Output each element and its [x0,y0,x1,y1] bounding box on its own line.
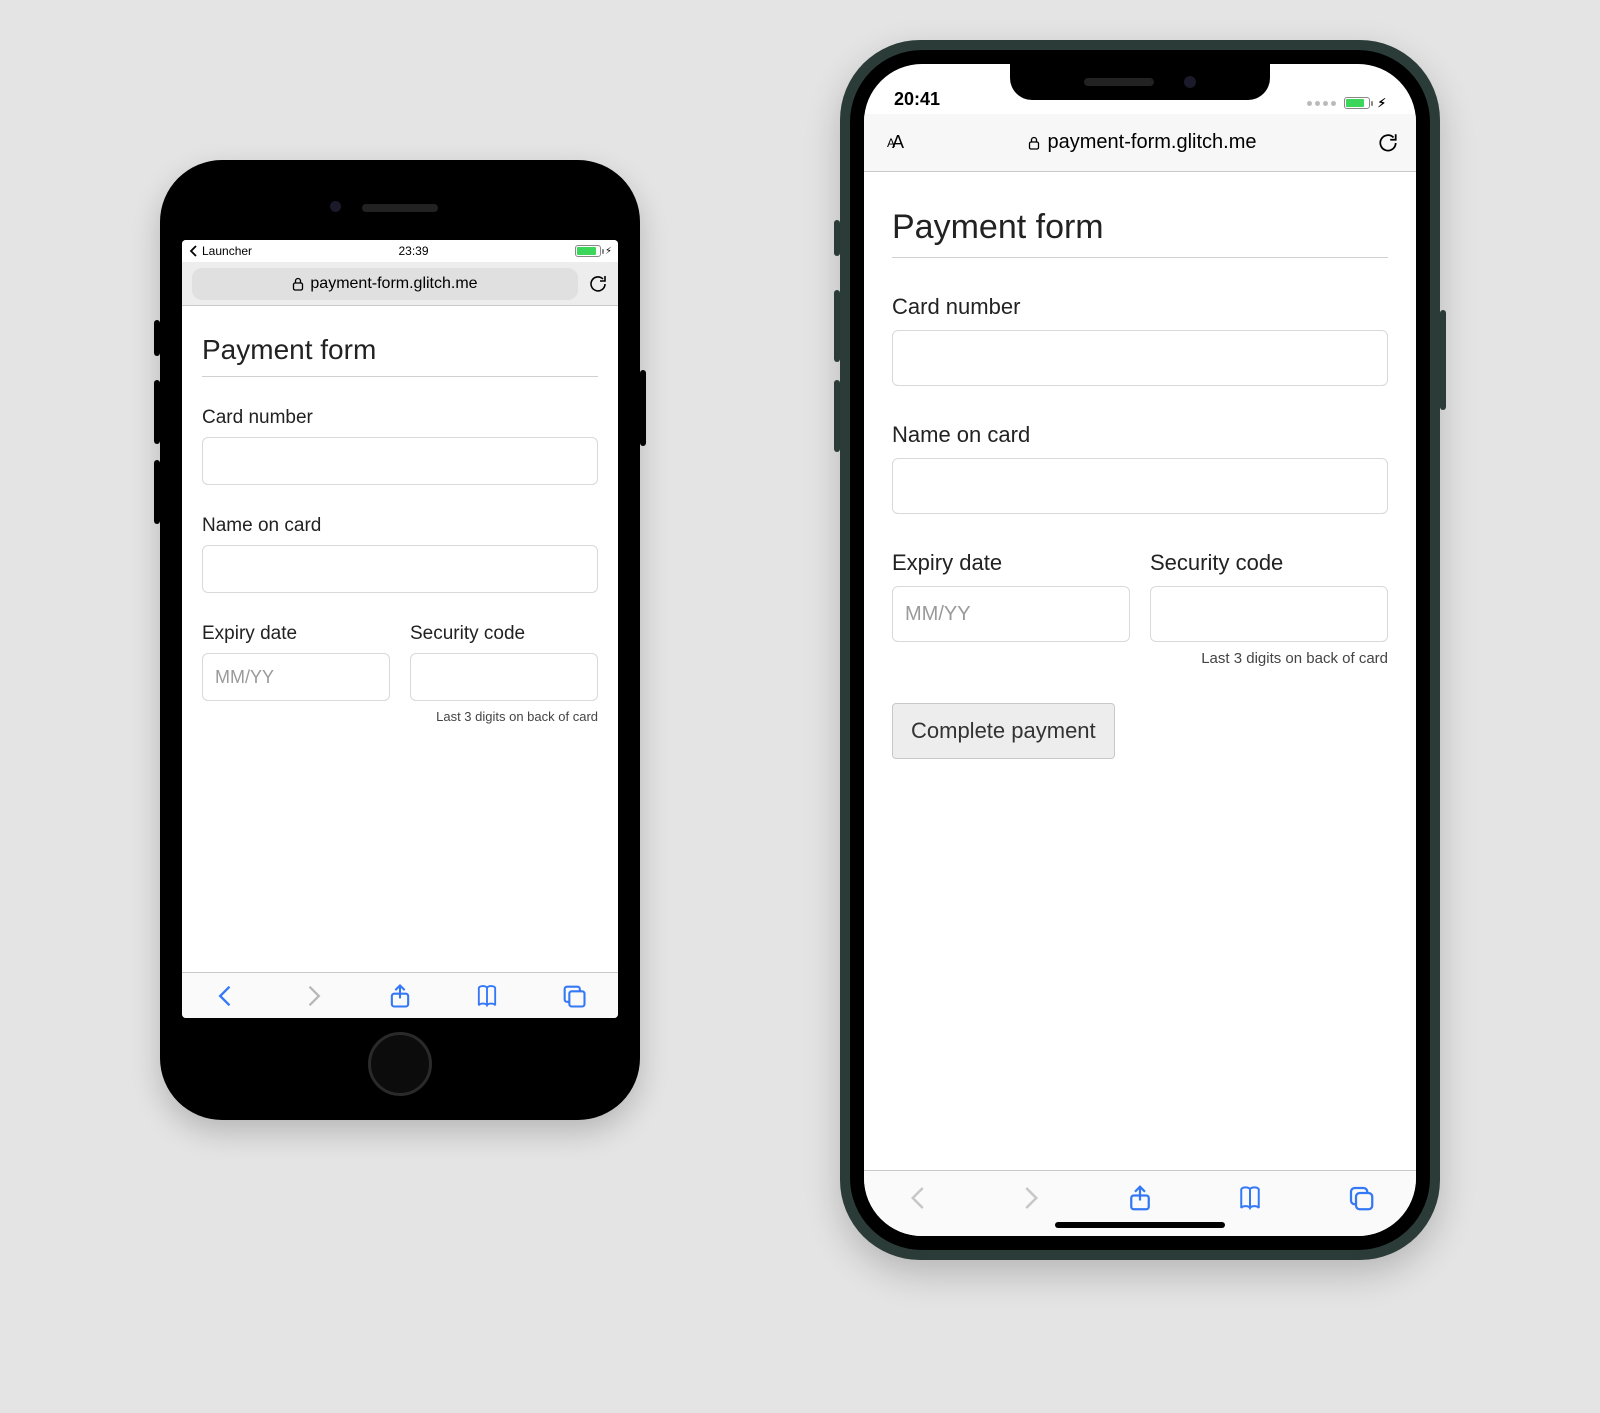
expiry-group: Expiry date [202,623,390,724]
iphone8-device: Launcher 23:39 ⚡︎ payment-form.glitch.me [160,160,640,1120]
back-to-app[interactable]: Launcher [188,244,252,258]
lock-icon [292,277,304,291]
reload-button[interactable] [1376,132,1400,154]
name-group: Name on card [202,515,598,593]
url-text: payment-form.glitch.me [1048,131,1257,154]
front-camera [1184,76,1196,88]
mute-switch [834,220,840,256]
expiry-input[interactable] [202,653,390,701]
expiry-input[interactable] [892,586,1130,642]
complete-payment-button[interactable]: Complete payment [892,703,1115,759]
card-number-group: Card number [892,294,1388,386]
reload-button[interactable] [588,274,608,294]
url-field[interactable]: payment-form.glitch.me [192,268,578,300]
cvc-group: Security code Last 3 digits on back of c… [410,623,598,724]
share-icon[interactable] [1125,1183,1155,1213]
card-number-input[interactable] [892,330,1388,386]
bookmarks-icon[interactable] [473,982,501,1010]
mute-switch [154,320,160,356]
page-title: Payment form [202,334,598,377]
earpiece [1084,78,1154,86]
back-icon[interactable] [212,982,240,1010]
page-content: Payment form Card number Name on card Ex… [864,172,1416,1170]
cvc-label: Security code [410,623,598,645]
forward-icon [299,982,327,1010]
cvc-helper: Last 3 digits on back of card [1150,650,1388,667]
cvc-input[interactable] [1150,586,1388,642]
battery-indicator: ⚡︎ [575,245,612,257]
home-button[interactable] [368,1032,432,1096]
page-title: Payment form [892,208,1388,258]
volume-up-button [154,380,160,444]
share-icon[interactable] [386,982,414,1010]
reload-icon [588,274,608,294]
back-icon [904,1183,934,1213]
notch [1010,64,1270,100]
safari-address-bar: AA payment-form.glitch.me [864,114,1416,172]
name-label: Name on card [202,515,598,537]
safari-toolbar [182,972,618,1018]
name-label: Name on card [892,422,1388,448]
back-to-app-label: Launcher [202,244,252,258]
signal-icon [1307,101,1336,106]
tabs-icon[interactable] [560,982,588,1010]
forward-icon [1015,1183,1045,1213]
battery-icon [575,245,601,257]
card-number-label: Card number [202,407,598,429]
page-content: Payment form Card number Name on card Ex… [182,306,618,972]
card-number-input[interactable] [202,437,598,485]
name-input[interactable] [892,458,1388,514]
tabs-icon[interactable] [1346,1183,1376,1213]
card-number-group: Card number [202,407,598,485]
iphone8-bezel: Launcher 23:39 ⚡︎ payment-form.glitch.me [170,170,630,1110]
name-group: Name on card [892,422,1388,514]
cvc-helper: Last 3 digits on back of card [410,709,598,724]
expiry-group: Expiry date [892,550,1130,667]
url-field[interactable]: payment-form.glitch.me [922,131,1362,154]
earpiece [362,204,438,212]
battery-icon [1344,97,1370,109]
status-right: ⚡︎ [1307,96,1386,110]
bookmarks-icon[interactable] [1235,1183,1265,1213]
lock-icon [1028,136,1040,150]
iphone11-device: 20:41 ⚡︎ AA payment-form.glit [840,40,1440,1260]
card-number-label: Card number [892,294,1388,320]
name-input[interactable] [202,545,598,593]
power-button [1440,310,1446,410]
charging-icon: ⚡︎ [605,246,612,257]
volume-down-button [834,380,840,452]
status-time: 20:41 [894,89,940,110]
reader-view-button[interactable]: AA [880,132,908,153]
volume-up-button [834,290,840,362]
iphone8-screen: Launcher 23:39 ⚡︎ payment-form.glitch.me [182,240,618,1018]
charging-icon: ⚡︎ [1378,96,1386,110]
chevron-left-icon [188,245,200,257]
power-button [640,370,646,446]
reload-icon [1377,132,1399,154]
iphone11-bezel: 20:41 ⚡︎ AA payment-form.glit [850,50,1430,1250]
iphone11-screen: 20:41 ⚡︎ AA payment-form.glit [864,64,1416,1236]
home-indicator[interactable] [1055,1222,1225,1228]
front-camera [330,201,341,212]
volume-down-button [154,460,160,524]
cvc-input[interactable] [410,653,598,701]
cvc-label: Security code [1150,550,1388,576]
expiry-label: Expiry date [892,550,1130,576]
status-time: 23:39 [252,244,575,258]
safari-address-bar: payment-form.glitch.me [182,262,618,306]
status-bar: Launcher 23:39 ⚡︎ [182,240,618,262]
expiry-label: Expiry date [202,623,390,645]
url-text: payment-form.glitch.me [310,275,477,293]
expiry-cvc-row: Expiry date Security code Last 3 digits … [202,623,598,724]
expiry-cvc-row: Expiry date Security code Last 3 digits … [892,550,1388,667]
cvc-group: Security code Last 3 digits on back of c… [1150,550,1388,667]
